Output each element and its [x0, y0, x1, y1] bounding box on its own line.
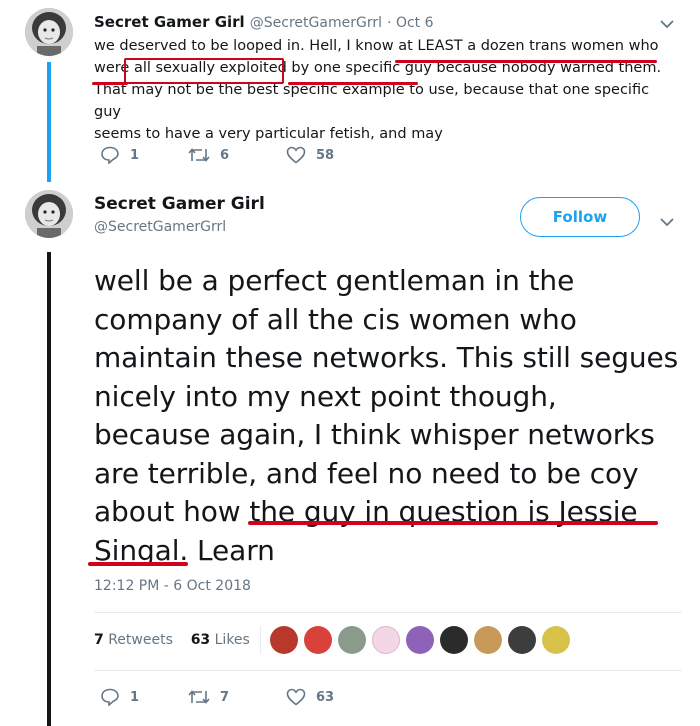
likes-label: Likes [214, 632, 250, 648]
reply-line: we deserved to be looped in. Hell, I kno… [94, 38, 659, 54]
reply-line: That may not be the best specific exampl… [94, 82, 650, 120]
author-handle[interactable]: @SecretGamerGrrl [94, 219, 265, 235]
reply-action[interactable]: 1 [100, 146, 139, 164]
liker-avatar[interactable] [270, 626, 298, 654]
liker-avatar[interactable] [338, 626, 366, 654]
reply-body: we deserved to be looped in. Hell, I kno… [94, 35, 669, 145]
avatar[interactable] [25, 190, 73, 238]
annotation-underline [88, 562, 188, 566]
liker-avatar[interactable] [542, 626, 570, 654]
reply-count: 1 [130, 147, 140, 163]
likes-number: 63 [190, 632, 211, 648]
liker-avatar[interactable] [474, 626, 502, 654]
reply-header: Secret Gamer Girl @SecretGamerGrrl · Oct… [94, 12, 434, 31]
liker-avatar[interactable] [372, 626, 400, 654]
thread-line-blue [47, 62, 51, 182]
annotation-underline [92, 82, 128, 85]
reply-action[interactable]: 1 [100, 688, 139, 706]
tweet-line: maintain these networks. This still segu… [94, 341, 679, 374]
like-action[interactable]: 58 [286, 146, 334, 164]
author-name[interactable]: Secret Gamer Girl [94, 194, 265, 214]
retweets-number: 7 [94, 632, 104, 648]
retweet-action[interactable]: 6 [188, 146, 229, 164]
like-action[interactable]: 63 [286, 688, 334, 706]
timestamp[interactable]: 12:12 PM - 6 Oct 2018 [94, 578, 251, 594]
retweet-icon [188, 690, 210, 704]
annotation-underline [288, 82, 418, 85]
retweet-action[interactable]: 7 [188, 688, 229, 706]
main-header: Secret Gamer Girl @SecretGamerGrrl [94, 194, 265, 235]
chevron-down-icon[interactable] [660, 14, 674, 33]
heart-icon [286, 688, 306, 706]
liker-avatar[interactable] [440, 626, 468, 654]
author-handle[interactable]: @SecretGamerGrrl [250, 15, 382, 31]
liker-avatars [270, 626, 570, 656]
likes-stat[interactable]: 63 Likes [191, 632, 250, 648]
like-count: 63 [316, 689, 335, 705]
tweet-line: because again, I think whisper networks [94, 418, 655, 451]
retweet-count: 7 [220, 689, 230, 705]
tweet-line: well be a perfect gentleman in the [94, 264, 575, 297]
tweet-line: nicely into my next point though, [94, 379, 557, 413]
annotation-box [124, 58, 284, 84]
reply-icon [101, 688, 119, 706]
follow-button[interactable]: Follow [520, 197, 640, 237]
divider [94, 670, 682, 671]
reply-count: 1 [130, 689, 140, 705]
stats-separator [260, 626, 262, 654]
liker-avatar[interactable] [304, 626, 332, 654]
tweet-line: about how the guy in question is Jessie [94, 495, 638, 528]
liker-avatar[interactable] [508, 626, 536, 654]
retweet-icon [188, 148, 210, 162]
avatar[interactable] [25, 8, 73, 56]
retweets-stat[interactable]: 7 Retweets [94, 632, 173, 648]
engagement-stats: 7 Retweets 63 Likes [94, 632, 250, 648]
divider [94, 612, 682, 613]
chevron-down-icon[interactable] [660, 212, 674, 231]
retweets-label: Retweets [108, 632, 173, 648]
annotation-underline [248, 521, 658, 525]
author-name[interactable]: Secret Gamer Girl [94, 13, 245, 31]
like-count: 58 [316, 147, 335, 163]
tweet-line: company of all the cis women who [94, 302, 577, 336]
reply-line: seems to have a very particular fetish, … [94, 126, 443, 142]
tweet-line: are terrible, and feel no need to be coy [94, 456, 639, 490]
reply-icon [101, 146, 119, 164]
thread-line-black [47, 252, 51, 726]
liker-avatar[interactable] [406, 626, 434, 654]
tweet-date[interactable]: · Oct 6 [387, 15, 433, 31]
retweet-count: 6 [220, 147, 230, 163]
heart-icon [286, 146, 306, 164]
annotation-underline [395, 60, 657, 63]
